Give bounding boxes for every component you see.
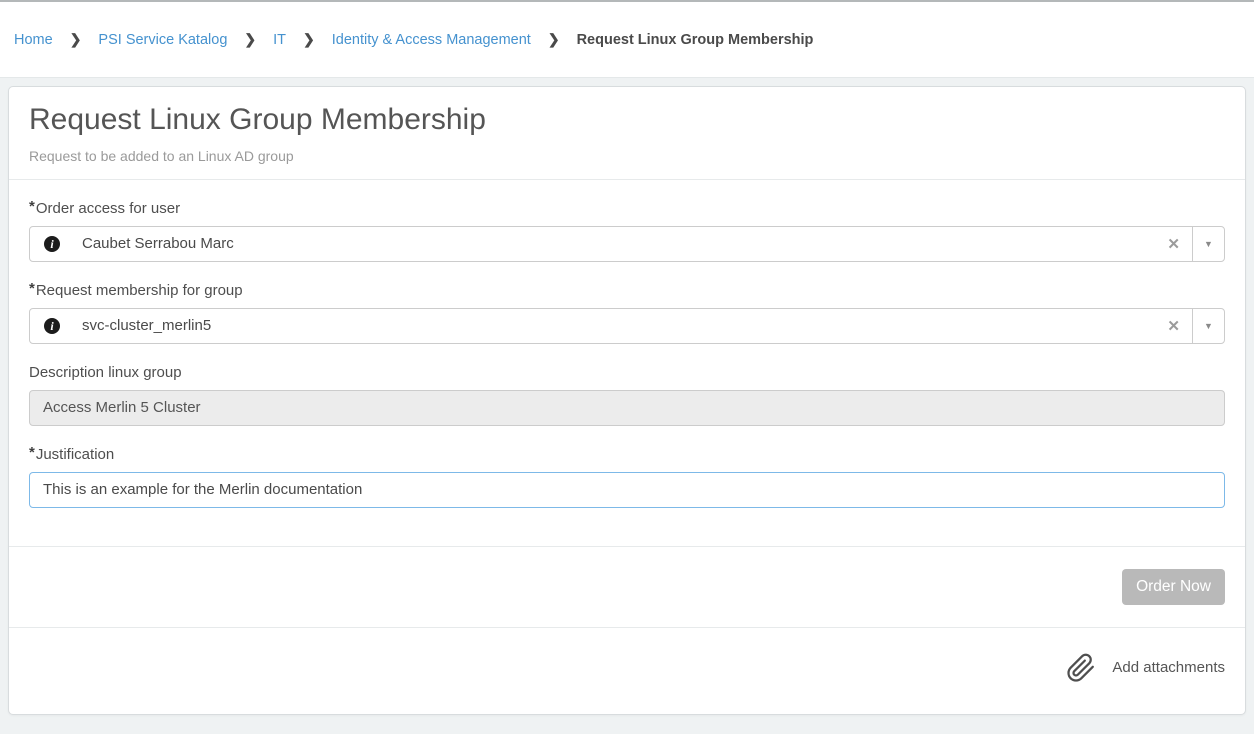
group-combobox-value: svc-cluster_merlin5 [82, 317, 211, 334]
required-asterisk: * [29, 198, 35, 215]
field-description-linux-group: Description linux group [29, 364, 1225, 426]
catalog-item-panel: Request Linux Group Membership Request t… [8, 86, 1246, 715]
required-asterisk: * [29, 444, 35, 461]
field-order-access-for-user: *Order access for user i Caubet Serrabou… [29, 200, 1225, 262]
page-title: Request Linux Group Membership [29, 103, 1225, 138]
user-combobox-value: Caubet Serrabou Marc [82, 235, 234, 252]
page-body: Request Linux Group Membership Request t… [0, 78, 1254, 727]
field-label: *Request membership for group [29, 282, 1225, 299]
field-request-membership-for-group: *Request membership for group i svc-clus… [29, 282, 1225, 344]
attachments-bar: Add attachments [9, 627, 1245, 714]
order-now-button[interactable]: Order Now [1122, 569, 1225, 605]
info-icon[interactable]: i [44, 318, 60, 334]
breadcrumb-bar: Home ❯ PSI Service Katalog ❯ IT ❯ Identi… [0, 2, 1254, 78]
justification-input[interactable] [29, 472, 1225, 508]
field-justification: *Justification [29, 446, 1225, 508]
panel-header: Request Linux Group Membership Request t… [9, 87, 1245, 180]
combobox-value-area[interactable]: i Caubet Serrabou Marc [30, 227, 1155, 261]
chevron-down-icon[interactable]: ▼ [1192, 227, 1224, 261]
breadcrumb-link-it[interactable]: IT [273, 32, 286, 48]
chevron-right-icon: ❯ [548, 31, 560, 48]
combobox-value-area[interactable]: i svc-cluster_merlin5 [30, 309, 1155, 343]
chevron-down-icon[interactable]: ▼ [1192, 309, 1224, 343]
breadcrumb-link-psi-service-katalog[interactable]: PSI Service Katalog [98, 32, 227, 48]
paperclip-icon [1066, 653, 1096, 683]
field-label: *Justification [29, 446, 1225, 463]
description-linux-group-input [29, 390, 1225, 426]
clear-icon[interactable]: ✕ [1155, 227, 1192, 261]
add-attachments-button[interactable]: Add attachments [1066, 653, 1225, 683]
clear-icon[interactable]: ✕ [1155, 309, 1192, 343]
actions-bar: Order Now [9, 546, 1245, 627]
request-form: *Order access for user i Caubet Serrabou… [9, 180, 1245, 546]
chevron-right-icon: ❯ [70, 31, 82, 48]
field-label: *Order access for user [29, 200, 1225, 217]
page-subtitle: Request to be added to an Linux AD group [29, 148, 1225, 164]
user-combobox[interactable]: i Caubet Serrabou Marc ✕ ▼ [29, 226, 1225, 262]
breadcrumb-link-home[interactable]: Home [14, 32, 53, 48]
add-attachments-label: Add attachments [1112, 659, 1225, 676]
breadcrumb-link-identity-access-management[interactable]: Identity & Access Management [332, 32, 531, 48]
breadcrumb-current-page: Request Linux Group Membership [577, 32, 814, 48]
chevron-right-icon: ❯ [303, 31, 315, 48]
field-label: Description linux group [29, 364, 1225, 381]
breadcrumb: Home ❯ PSI Service Katalog ❯ IT ❯ Identi… [14, 31, 813, 48]
required-asterisk: * [29, 280, 35, 297]
chevron-right-icon: ❯ [244, 31, 256, 48]
info-icon[interactable]: i [44, 236, 60, 252]
group-combobox[interactable]: i svc-cluster_merlin5 ✕ ▼ [29, 308, 1225, 344]
